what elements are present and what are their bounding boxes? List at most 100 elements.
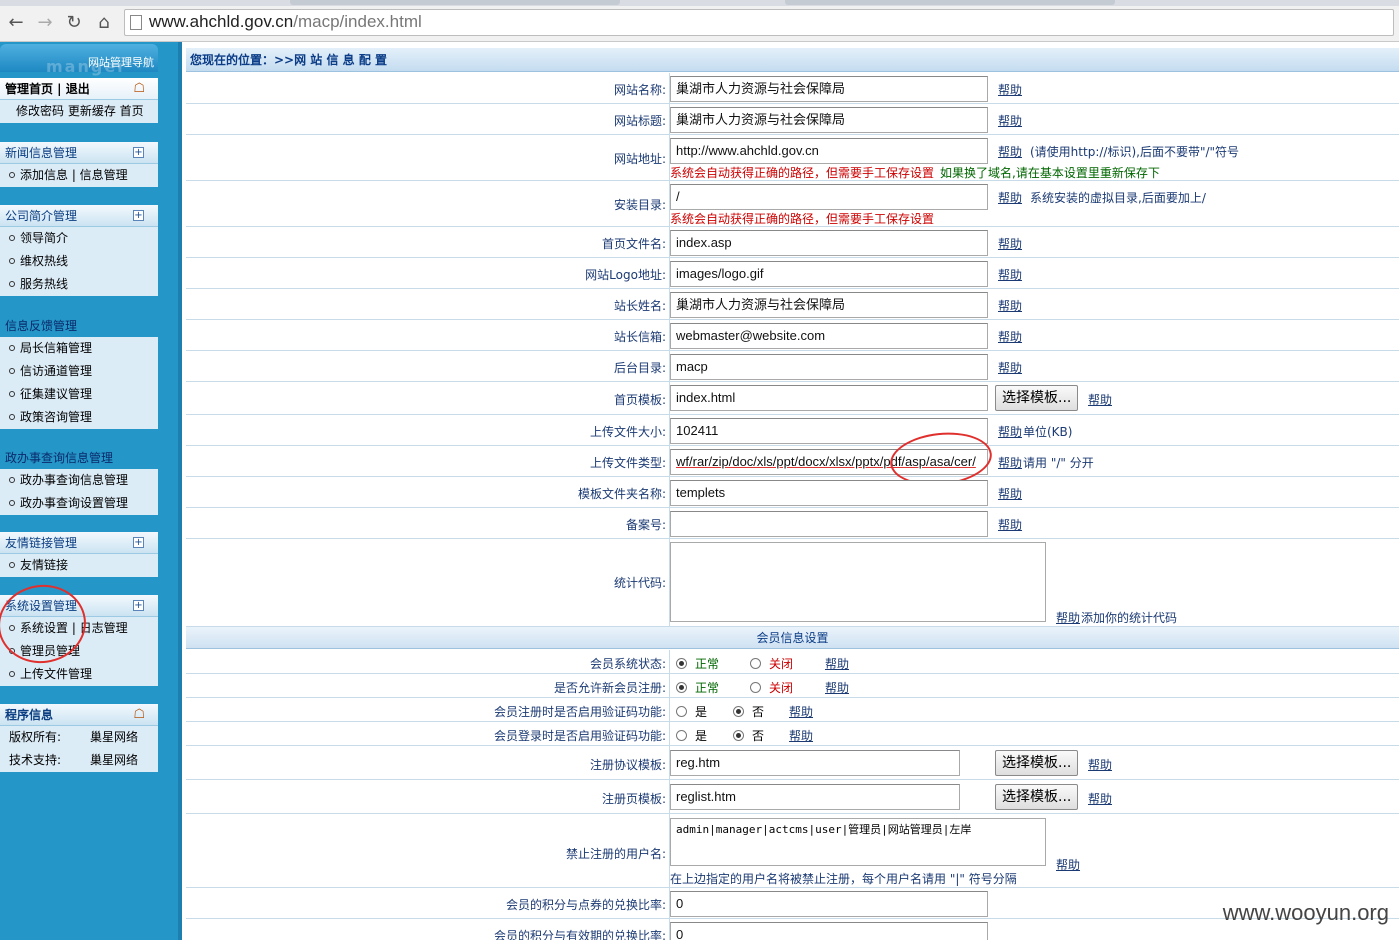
reg-captcha-radio-no[interactable]: 否 [733,703,764,720]
sidebar-item[interactable]: 信访通道管理 [0,360,158,383]
sidebar-group-head[interactable]: 信息反馈管理 [0,315,158,337]
browser-tab[interactable] [785,0,1115,5]
allow-reg-radio-on[interactable]: 正常 [676,679,719,696]
help-link[interactable]: 帮助 [789,727,813,744]
sidebar-item[interactable]: 政办事查询信息管理 [0,469,158,492]
help-link[interactable]: 帮助 [998,266,1022,283]
sidebar-item[interactable]: 友情链接 [0,554,158,577]
help-link[interactable]: 帮助 [1088,756,1112,773]
sidebar-item[interactable]: 领导简介 [0,227,158,250]
help-link[interactable]: 帮助 [1088,391,1112,408]
sidebar-group-head[interactable]: 公司简介管理 + [0,205,158,227]
status-radio-off[interactable]: 关闭 [750,655,793,672]
help-link[interactable]: 帮助 [998,328,1022,345]
expand-icon[interactable]: + [133,210,144,221]
form-row: 网站地址: http://www.ahchld.gov.cn 帮助 (请使用ht… [186,135,1399,181]
choose-template-button[interactable]: 选择模板... [995,385,1079,411]
browser-tab[interactable] [290,0,620,5]
sidebar-item[interactable]: 添加信息 | 信息管理 [0,164,158,187]
bullet-icon [9,477,15,483]
field-label: 首页模板: [613,393,666,407]
help-link[interactable]: 帮助 [825,679,849,696]
expand-icon[interactable]: + [133,600,144,611]
sidebar-group-links: 友情链接管理 + 友情链接 [0,532,158,577]
field-label: 注册页模板: [601,792,666,806]
auto-path-note: 系统会自动获得正确的路径，但需要手工保存设置 [670,166,935,180]
site-url-input[interactable]: http://www.ahchld.gov.cn [670,138,988,164]
points-coupon-input[interactable]: 0 [670,891,988,917]
help-link[interactable]: 帮助 [1056,609,1080,626]
banned-names-textarea[interactable]: admin|manager|actcms|user|管理员|网站管理员|左岸 [670,818,1046,866]
help-link[interactable]: 帮助 [789,703,813,720]
login-captcha-radio-no[interactable]: 否 [733,727,764,744]
forward-icon[interactable]: → [34,12,56,34]
reload-icon[interactable]: ↻ [63,12,85,34]
stats-code-textarea[interactable] [670,542,1046,622]
reg-captcha-radio-yes[interactable]: 是 [676,703,707,720]
help-link[interactable]: 帮助 [998,189,1022,206]
help-link[interactable]: 帮助 [998,235,1022,252]
help-link[interactable]: 帮助 [998,485,1022,502]
form-row: 网站名称: 巢湖市人力资源与社会保障局 帮助 [186,73,1399,104]
choose-template-button[interactable]: 选择模板... [995,750,1079,776]
expand-icon[interactable]: + [133,537,144,548]
reg-page-input[interactable]: reglist.htm [670,784,960,810]
sidebar-item[interactable]: 维权热线 [0,250,158,273]
form-row: 是否允许新会员注册: 正常 关闭 帮助 [186,674,1399,698]
sidebar-item[interactable]: 政策咨询管理 [0,406,158,429]
sidebar-title: 网站管理导航 [88,56,154,69]
expand-icon[interactable]: + [133,147,144,158]
site-title-input[interactable]: 巢湖市人力资源与社会保障局 [670,107,988,133]
auto-path-note: 系统会自动获得正确的路径，但需要手工保存设置 [670,212,935,226]
master-email-input[interactable]: webmaster@website.com [670,323,988,349]
sidebar-item[interactable]: 服务热线 [0,273,158,296]
allow-reg-radio-off[interactable]: 关闭 [750,679,793,696]
help-link[interactable]: 帮助 [998,423,1022,440]
status-radio-on[interactable]: 正常 [676,655,719,672]
field-label: 是否允许新会员注册: [553,681,666,695]
admin-dir-input[interactable]: macp [670,354,988,380]
master-name-input[interactable]: 巢湖市人力资源与社会保障局 [670,292,988,318]
logo-input[interactable]: images/logo.gif [670,261,988,287]
home-icon[interactable]: ⌂ [93,12,115,34]
form-row: 会员的积分与有效期的兑换比率: 0 [186,919,1399,940]
help-link[interactable]: 帮助 [998,359,1022,376]
form-row: 安装目录: / 帮助 系统安装的虚拟目录,后面要加上/ 系统会自动获得正确的路径… [186,181,1399,227]
install-dir-input[interactable]: / [670,184,988,210]
address-bar[interactable]: www.ahchld.gov.cn/macp/index.html [124,9,1394,36]
sidebar-item[interactable]: 局长信箱管理 [0,337,158,360]
help-link[interactable]: 帮助 [998,297,1022,314]
help-link[interactable]: 帮助 [998,112,1022,129]
reg-agreement-input[interactable]: reg.htm [670,750,960,776]
site-name-input[interactable]: 巢湖市人力资源与社会保障局 [670,76,988,102]
field-label: 统计代码: [613,576,666,590]
icp-input[interactable] [670,511,988,537]
help-link[interactable]: 帮助 [1056,856,1080,873]
browser-toolbar: ← → ↻ ⌂ www.ahchld.gov.cn/macp/index.htm… [0,0,1399,42]
sidebar-group-head[interactable]: 友情链接管理 + [0,532,158,554]
sidebar-group-head[interactable]: 新闻信息管理 + [0,142,158,164]
help-link[interactable]: 帮助 [1088,790,1112,807]
index-template-input[interactable]: index.html [670,385,988,411]
points-validity-input[interactable]: 0 [670,922,988,940]
index-file-input[interactable]: index.asp [670,230,988,256]
sidebar-group-head[interactable]: 政办事查询信息管理 [0,447,158,469]
help-link[interactable]: 帮助 [998,81,1022,98]
sidebar-group-news: 新闻信息管理 + 添加信息 | 信息管理 [0,142,158,187]
sidebar-item[interactable]: 上传文件管理 [0,663,158,686]
help-link[interactable]: 帮助 [998,454,1022,471]
bullet-icon [9,281,15,287]
sidebar-home-head[interactable]: 管理首页 | 退出 ☖ [0,78,158,100]
help-link[interactable]: 帮助 [825,655,849,672]
login-captcha-radio-yes[interactable]: 是 [676,727,707,744]
sidebar-home-links[interactable]: 修改密码 更新缓存 首页 [0,100,158,123]
home-icon: ☖ [133,707,145,722]
help-link[interactable]: 帮助 [998,143,1022,160]
sidebar-item[interactable]: 征集建议管理 [0,383,158,406]
sidebar-item[interactable]: 政办事查询设置管理 [0,492,158,515]
template-dir-input[interactable]: templets [670,480,988,506]
help-link[interactable]: 帮助 [998,516,1022,533]
back-icon[interactable]: ← [5,12,27,34]
choose-template-button[interactable]: 选择模板... [995,784,1079,810]
form-row: 上传文件类型: wf/rar/zip/doc/xls/ppt/docx/xlsx… [186,446,1399,477]
